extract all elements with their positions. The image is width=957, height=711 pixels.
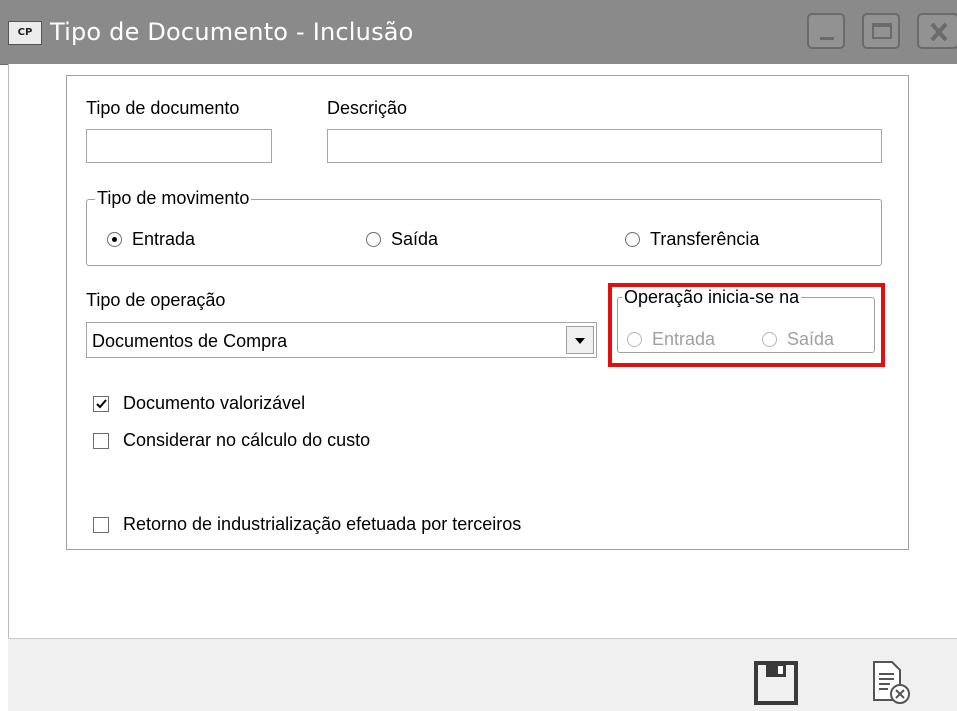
radio-label: Saída — [391, 229, 439, 249]
checkbox-retorno-industrializacao[interactable]: Retorno de industrialização efetuada por… — [93, 514, 521, 535]
title-bar: CP Tipo de Documento - Inclusão — [0, 0, 957, 65]
chevron-down-icon — [575, 338, 585, 344]
radio-label: Entrada — [132, 229, 196, 249]
dropdown-button[interactable] — [566, 326, 594, 354]
tipo-movimento-group — [86, 199, 882, 266]
highlight-box — [608, 283, 885, 367]
radio-transferencia[interactable]: Transferência — [625, 229, 759, 250]
footer-toolbar — [8, 638, 957, 711]
close-button[interactable] — [917, 13, 957, 49]
radio-entrada[interactable]: Entrada — [107, 229, 195, 250]
tipo-operacao-label: Tipo de operação — [86, 290, 226, 310]
maximize-button[interactable] — [862, 13, 900, 49]
radio-button-icon — [625, 232, 640, 247]
tipo-movimento-legend: Tipo de movimento — [95, 188, 252, 209]
checkbox-icon — [93, 432, 109, 449]
close-icon — [930, 22, 948, 42]
radio-button-icon — [107, 232, 122, 247]
radio-saida[interactable]: Saída — [366, 229, 438, 250]
document-cancel-icon — [873, 661, 910, 704]
window-title: Tipo de Documento - Inclusão — [50, 18, 414, 46]
checkbox-label: Considerar no cálculo do custo — [123, 430, 371, 450]
minimize-button[interactable] — [807, 13, 845, 49]
save-button[interactable] — [752, 661, 800, 710]
maximize-icon — [872, 23, 892, 39]
radio-button-icon — [366, 232, 381, 247]
checkbox-documento-valorizavel[interactable]: Documento valorizável — [93, 393, 305, 414]
radio-label: Transferência — [650, 229, 760, 249]
select-value: Documentos de Compra — [92, 331, 288, 351]
checkbox-considerar-custo[interactable]: Considerar no cálculo do custo — [93, 430, 370, 451]
floppy-disk-icon — [754, 661, 798, 705]
checkbox-checked-icon — [93, 395, 109, 412]
checkbox-label: Retorno de industrialização efetuada por… — [123, 514, 522, 534]
tipo-documento-input[interactable] — [86, 129, 272, 163]
descricao-label: Descrição — [327, 98, 408, 118]
tipo-operacao-select[interactable]: Documentos de Compra — [86, 322, 597, 358]
minimize-icon — [820, 37, 834, 40]
app-icon: CP — [8, 21, 42, 45]
descricao-input[interactable] — [327, 129, 882, 163]
checkbox-icon — [93, 516, 109, 533]
tipo-documento-label: Tipo de documento — [86, 98, 240, 118]
checkbox-label: Documento valorizável — [123, 393, 306, 413]
cancel-button[interactable] — [868, 660, 914, 711]
